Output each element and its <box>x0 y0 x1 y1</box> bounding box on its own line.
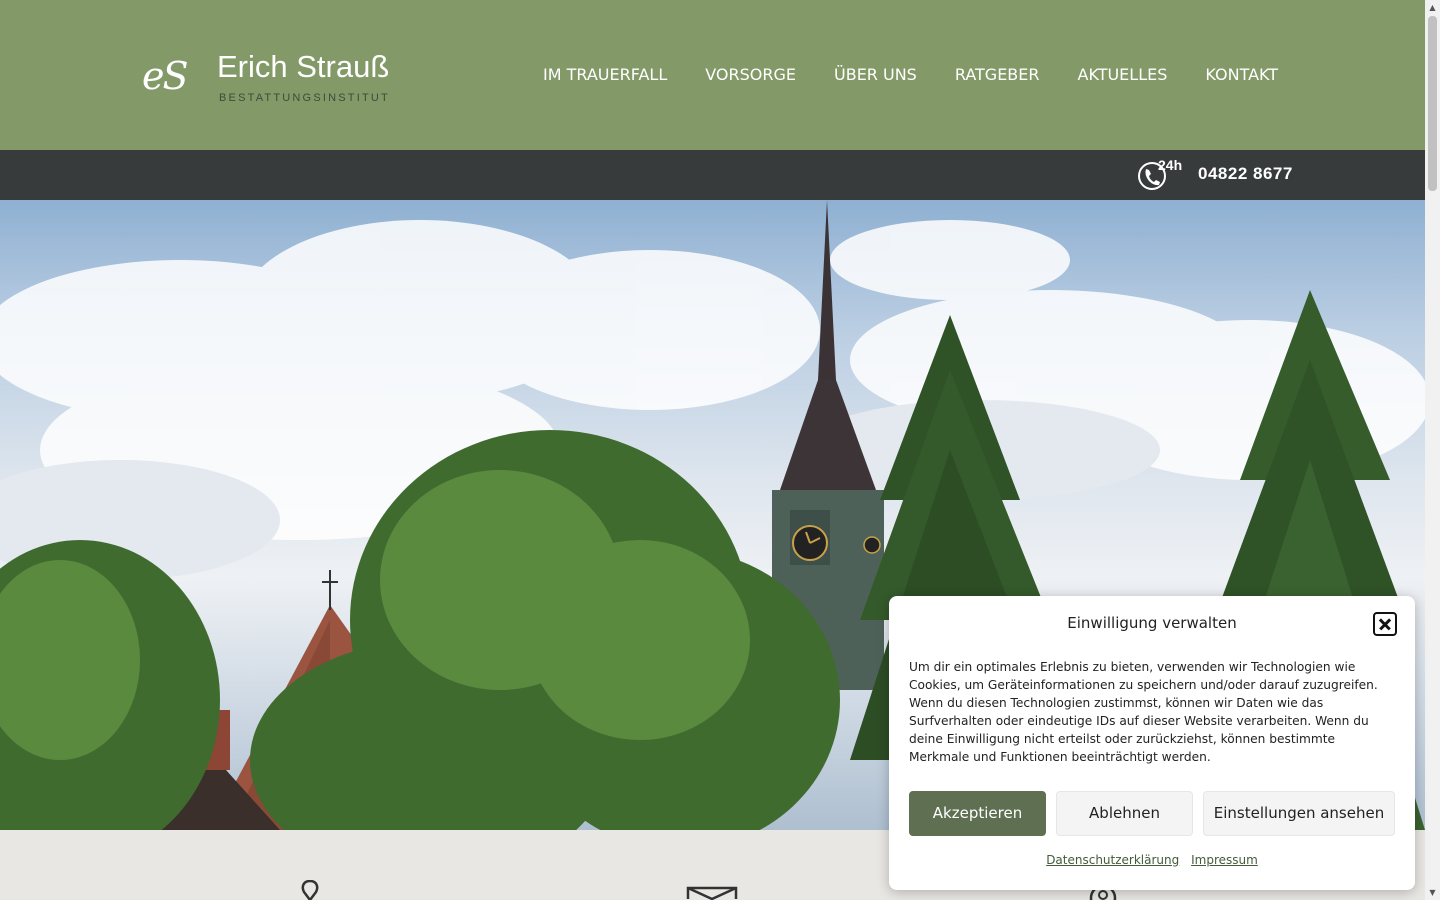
location-pin-icon <box>301 880 319 900</box>
close-icon[interactable] <box>1373 612 1397 636</box>
scroll-thumb[interactable] <box>1428 16 1437 191</box>
nav-item-ratgeber[interactable]: RATGEBER <box>955 64 1040 86</box>
logo-name: Erich Strauß <box>217 49 390 84</box>
main-nav: IM TRAUERFALL VORSORGE ÜBER UNS RATGEBER… <box>543 64 1278 86</box>
decline-button[interactable]: Ablehnen <box>1056 791 1193 836</box>
logo-subtitle: BESTATTUNGSINSTITUT <box>219 92 390 104</box>
phone-bar: 24h 04822 8677 <box>0 150 1425 200</box>
page-scrollbar[interactable]: ▲ ▼ <box>1425 0 1440 900</box>
scroll-down-arrow-icon[interactable]: ▼ <box>1425 885 1440 900</box>
site-header: eS Erich Strauß BESTATTUNGSINSTITUT IM T… <box>0 0 1425 150</box>
consent-text: Um dir ein optimales Erlebnis zu bieten,… <box>909 660 1378 764</box>
consent-dialog: Einwilligung verwalten Um dir ein optima… <box>889 596 1415 890</box>
imprint-link[interactable]: Impressum <box>1191 853 1258 867</box>
nav-item-ueber-uns[interactable]: ÜBER UNS <box>834 64 917 86</box>
accept-button[interactable]: Akzeptieren <box>909 791 1046 836</box>
scroll-up-arrow-icon[interactable]: ▲ <box>1425 0 1440 15</box>
nav-item-im-trauerfall[interactable]: IM TRAUERFALL <box>543 64 667 86</box>
site-logo[interactable]: eS Erich Strauß BESTATTUNGSINSTITUT <box>142 48 392 110</box>
phone-number[interactable]: 04822 8677 <box>1198 164 1293 184</box>
logo-monogram: eS <box>142 54 189 98</box>
nav-item-kontakt[interactable]: KONTAKT <box>1205 64 1278 86</box>
consent-title: Einwilligung verwalten <box>1067 614 1237 632</box>
consent-links: Datenschutzerklärung Impressum <box>889 853 1415 867</box>
phone-24h-icon[interactable]: 24h <box>1136 156 1188 194</box>
envelope-icon <box>686 886 738 900</box>
view-settings-button[interactable]: Einstellungen ansehen <box>1203 791 1395 836</box>
nav-item-vorsorge[interactable]: VORSORGE <box>705 64 796 86</box>
privacy-policy-link[interactable]: Datenschutzerklärung <box>1046 853 1179 867</box>
svg-text:24h: 24h <box>1158 157 1182 173</box>
nav-item-aktuelles[interactable]: AKTUELLES <box>1078 64 1168 86</box>
